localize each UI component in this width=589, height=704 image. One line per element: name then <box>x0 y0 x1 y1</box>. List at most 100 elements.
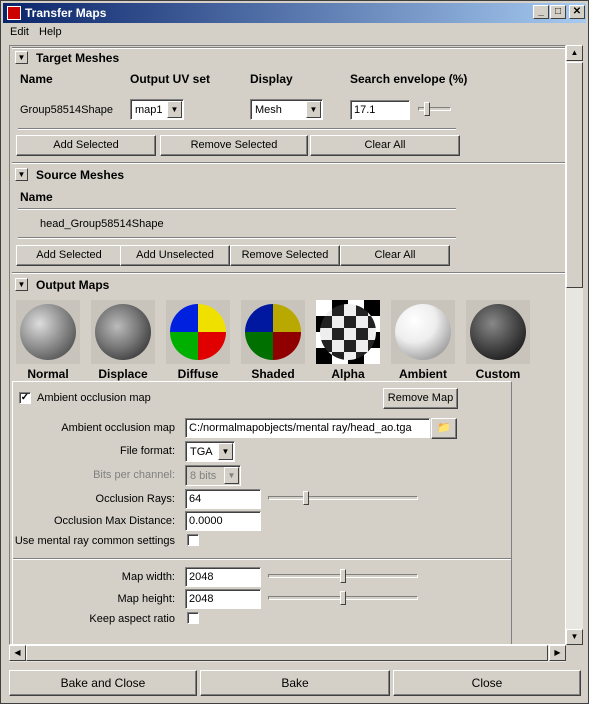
collapse-arrow-icon[interactable]: ▼ <box>15 278 28 291</box>
source-meshes-header[interactable]: ▼ Source Meshes <box>12 165 565 185</box>
main-scroll-panel: ▼ Target Meshes Name Output UV set Displ… <box>9 45 566 645</box>
section-divider <box>12 272 565 274</box>
section-divider <box>12 162 565 164</box>
occlusion-max-distance-field[interactable]: 0.0000 <box>185 511 261 531</box>
folder-icon[interactable]: 📁 <box>431 418 457 439</box>
normal-sphere <box>20 304 76 360</box>
section-divider <box>12 47 565 49</box>
menu-help[interactable]: Help <box>39 26 62 38</box>
map-label-alpha: Alpha <box>331 367 365 381</box>
col-name: Name <box>20 72 53 86</box>
horizontal-scroll-thumb[interactable] <box>26 645 548 661</box>
divider <box>13 558 511 560</box>
bake-and-close-button[interactable]: Bake and Close <box>9 670 197 696</box>
map-label-ambient: Ambient <box>399 367 447 381</box>
custom-map-icon[interactable] <box>466 300 530 364</box>
displace-sphere <box>95 304 151 360</box>
transfer-maps-window: Transfer Maps _ □ ✕ Edit Help ▼ Target M… <box>0 0 589 704</box>
menu-edit[interactable]: Edit <box>10 26 29 38</box>
uv-set-dropdown[interactable]: map1 ▼ <box>130 99 184 120</box>
collapse-arrow-icon[interactable]: ▼ <box>15 51 28 64</box>
scroll-up-icon[interactable]: ▲ <box>566 45 583 61</box>
ambient-map-icon[interactable] <box>391 300 455 364</box>
use-mental-ray-common-checkbox[interactable] <box>187 534 199 546</box>
minimize-button[interactable]: _ <box>533 5 549 19</box>
search-envelope-field[interactable]: 17.1 <box>350 100 410 120</box>
col-display: Display <box>250 72 293 86</box>
target-add-selected-button[interactable]: Add Selected <box>16 135 156 156</box>
title-bar[interactable]: Transfer Maps _ □ ✕ <box>3 3 586 23</box>
output-maps-title: Output Maps <box>36 278 110 292</box>
map-height-slider-thumb[interactable] <box>340 591 346 605</box>
chevron-down-icon: ▼ <box>167 101 182 118</box>
scroll-down-icon[interactable]: ▼ <box>566 629 583 645</box>
col-search-envelope: Search envelope (%) <box>350 72 468 86</box>
occlusion-rays-slider-thumb[interactable] <box>303 491 309 505</box>
bits-per-channel-label: Bits per channel: <box>93 469 175 481</box>
display-dropdown[interactable]: Mesh ▼ <box>250 99 323 120</box>
source-meshes-title: Source Meshes <box>36 168 125 182</box>
map-label-custom: Custom <box>475 367 521 381</box>
target-mesh-name: Group58514Shape <box>20 104 113 116</box>
scroll-right-icon[interactable]: ▶ <box>549 645 566 661</box>
divider <box>18 237 456 239</box>
ao-map-path-field[interactable]: C:/normalmapobjects/mental ray/head_ao.t… <box>185 418 430 438</box>
displace-map-icon[interactable] <box>91 300 155 364</box>
col-uv-set: Output UV set <box>130 72 210 86</box>
close-button[interactable]: Close <box>393 670 581 696</box>
keep-aspect-ratio-checkbox[interactable] <box>187 612 199 624</box>
uv-set-value: map1 <box>135 104 163 116</box>
ao-enabled-checkbox[interactable]: ✓ <box>19 392 31 404</box>
target-meshes-header[interactable]: ▼ Target Meshes <box>12 48 565 68</box>
bake-button[interactable]: Bake <box>200 670 390 696</box>
maximize-button[interactable]: □ <box>550 5 566 19</box>
map-label-shaded: Shaded <box>251 367 295 381</box>
ambient-sphere <box>395 304 451 360</box>
divider <box>18 128 456 130</box>
keep-aspect-ratio-label: Keep aspect ratio <box>89 613 175 625</box>
output-maps-header[interactable]: ▼ Output Maps <box>12 275 565 295</box>
remove-map-button[interactable]: Remove Map <box>383 388 458 409</box>
source-clear-all-button[interactable]: Clear All <box>340 245 450 266</box>
normal-map-icon[interactable] <box>16 300 80 364</box>
ambient-occlusion-panel: ✓ Ambient occlusion map Remove Map Ambie… <box>12 381 512 644</box>
envelope-slider-track[interactable] <box>418 107 451 111</box>
display-value: Mesh <box>255 104 282 116</box>
vertical-scroll-thumb[interactable] <box>566 62 583 288</box>
source-remove-selected-button[interactable]: Remove Selected <box>230 245 340 266</box>
scroll-left-icon[interactable]: ◀ <box>9 645 26 661</box>
custom-sphere <box>470 304 526 360</box>
map-label-displace: Displace <box>98 367 148 381</box>
ao-map-label: Ambient occlusion map <box>61 422 175 434</box>
horizontal-scrollbar[interactable]: ◀ ▶ <box>9 645 566 662</box>
chevron-down-icon: ▼ <box>306 101 321 118</box>
vertical-scrollbar[interactable]: ▲ ▼ <box>566 45 583 645</box>
map-height-field[interactable]: 2048 <box>185 589 261 609</box>
collapse-arrow-icon[interactable]: ▼ <box>15 168 28 181</box>
source-add-selected-button[interactable]: Add Selected <box>16 245 122 266</box>
file-format-label: File format: <box>119 445 175 457</box>
occlusion-rays-slider-track[interactable] <box>268 496 418 500</box>
menu-bar: Edit Help <box>3 24 586 42</box>
map-height-label: Map height: <box>117 593 175 605</box>
target-remove-selected-button[interactable]: Remove Selected <box>160 135 308 156</box>
occlusion-rays-field[interactable]: 64 <box>185 489 261 509</box>
map-label-normal: Normal <box>27 367 69 381</box>
target-clear-all-button[interactable]: Clear All <box>310 135 460 156</box>
alpha-sphere <box>320 304 376 360</box>
envelope-slider-thumb[interactable] <box>424 102 430 116</box>
file-format-dropdown[interactable]: TGA ▼ <box>185 441 235 462</box>
source-mesh-item[interactable]: head_Group58514Shape <box>40 218 164 230</box>
map-width-field[interactable]: 2048 <box>185 567 261 587</box>
bits-per-channel-dropdown: 8 bits ▼ <box>185 465 241 486</box>
alpha-map-icon[interactable] <box>316 300 380 364</box>
diffuse-map-icon[interactable] <box>166 300 230 364</box>
source-add-unselected-button[interactable]: Add Unselected <box>120 245 230 266</box>
close-window-button[interactable]: ✕ <box>569 5 585 19</box>
map-width-label: Map width: <box>121 571 175 583</box>
shaded-sphere <box>245 304 301 360</box>
shaded-map-icon[interactable] <box>241 300 305 364</box>
bits-value: 8 bits <box>190 470 217 482</box>
map-label-diffuse: Diffuse <box>177 367 219 381</box>
map-width-slider-thumb[interactable] <box>340 569 346 583</box>
